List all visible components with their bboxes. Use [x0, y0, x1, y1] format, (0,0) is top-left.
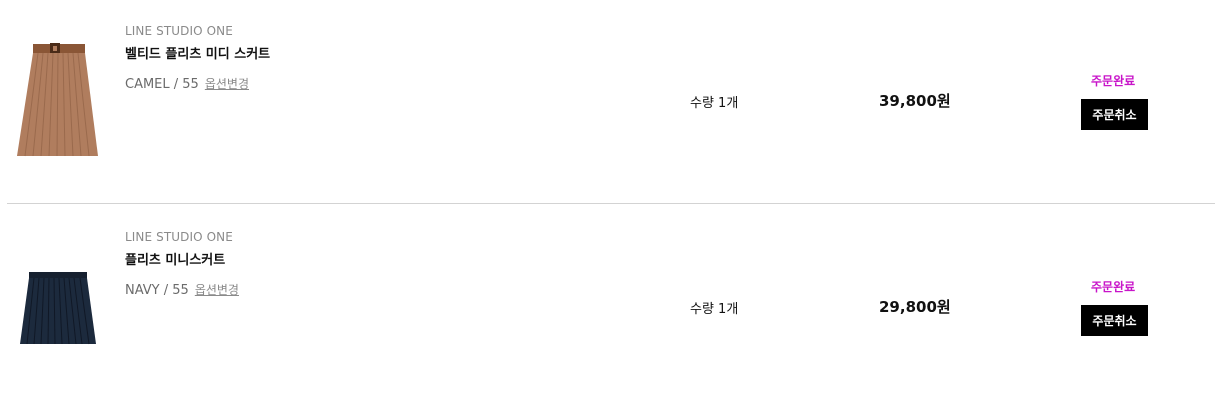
option-value: NAVY / 55: [125, 283, 189, 298]
option-value: CAMEL / 55: [125, 77, 199, 92]
option-change-link[interactable]: 옵션변경: [205, 77, 249, 91]
product-name[interactable]: 벨티드 플리츠 미디 스커트: [125, 43, 270, 62]
order-status: 주문완료: [1091, 74, 1136, 88]
brand-name[interactable]: LINE STUDIO ONE: [125, 24, 270, 38]
product-name[interactable]: 플리츠 미니스커트: [125, 249, 239, 268]
navy-skirt-image: [20, 272, 96, 345]
order-item: LINE STUDIO ONE 벨티드 플리츠 미디 스커트 CAMEL / 5…: [0, 0, 1215, 200]
brand-name[interactable]: LINE STUDIO ONE: [125, 230, 239, 244]
product-image[interactable]: [14, 264, 102, 352]
quantity: 수량 1개: [690, 96, 739, 111]
camel-skirt-image: [17, 43, 98, 157]
divider: [7, 203, 1215, 204]
order-item: LINE STUDIO ONE 플리츠 미니스커트 NAVY / 55 옵션변경 …: [0, 206, 1215, 406]
product-info: LINE STUDIO ONE 플리츠 미니스커트 NAVY / 55 옵션변경: [125, 230, 239, 298]
product-image[interactable]: [14, 38, 102, 162]
price: 39,800원: [879, 92, 951, 110]
quantity: 수량 1개: [690, 302, 739, 317]
product-info: LINE STUDIO ONE 벨티드 플리츠 미디 스커트 CAMEL / 5…: [125, 24, 270, 92]
order-list: LINE STUDIO ONE 벨티드 플리츠 미디 스커트 CAMEL / 5…: [0, 0, 1215, 405]
cancel-order-button[interactable]: 주문취소: [1081, 99, 1148, 130]
product-option: NAVY / 55 옵션변경: [125, 281, 239, 298]
order-status: 주문완료: [1091, 280, 1136, 294]
price: 29,800원: [879, 298, 951, 316]
option-change-link[interactable]: 옵션변경: [195, 283, 239, 297]
product-option: CAMEL / 55 옵션변경: [125, 75, 270, 92]
cancel-order-button[interactable]: 주문취소: [1081, 305, 1148, 336]
